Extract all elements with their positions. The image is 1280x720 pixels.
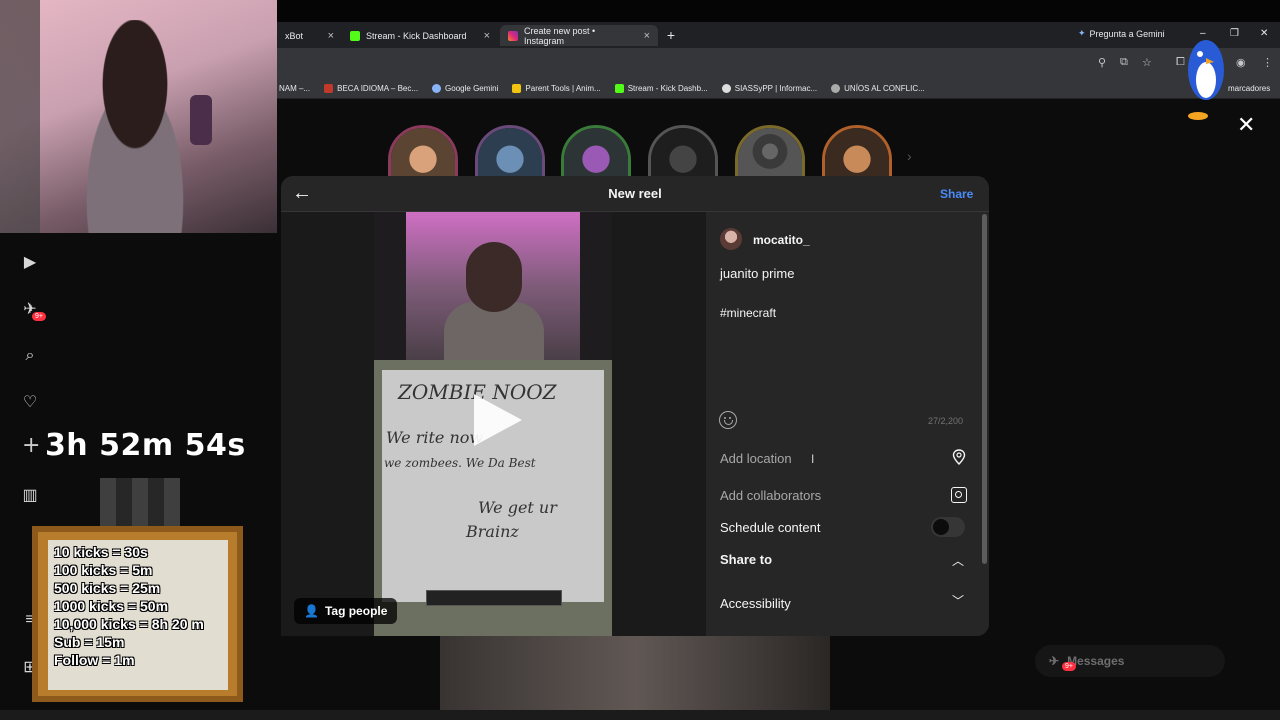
close-tab-icon[interactable]: × xyxy=(484,30,490,42)
pixel-decoration xyxy=(100,478,180,526)
caption-text[interactable]: juanito prime xyxy=(720,266,794,281)
add-collaborator-icon[interactable] xyxy=(951,487,967,503)
scrollbar[interactable] xyxy=(982,214,987,564)
penguin-mascot-icon xyxy=(1188,40,1224,120)
menu-icon[interactable]: ⋮ xyxy=(1262,56,1273,69)
tab-kick-dashboard[interactable]: Stream - Kick Dashboard × xyxy=(342,25,498,46)
schedule-content-label: Schedule content xyxy=(720,520,821,535)
cast-icon[interactable]: ⧉ xyxy=(1120,56,1128,69)
person-icon: 👤 xyxy=(304,604,319,618)
subathon-timer: + 3h 52m 54s xyxy=(22,428,246,463)
bookmark-item[interactable]: Stream - Kick Dashb... xyxy=(614,83,708,93)
share-button[interactable]: Share xyxy=(940,187,973,201)
tab-label: Create new post • Instagram xyxy=(524,25,596,46)
window-close-icon[interactable]: ✕ xyxy=(1260,28,1268,39)
story-avatar[interactable] xyxy=(822,125,892,183)
close-tab-icon[interactable]: × xyxy=(328,30,334,42)
search-icon[interactable]: ⌕ xyxy=(20,346,40,366)
plus-icon: + xyxy=(22,433,41,458)
bookmark-favicon-icon xyxy=(721,83,731,93)
accessibility-section[interactable]: Accessibility xyxy=(720,596,791,611)
add-collaborators-input[interactable]: Add collaborators xyxy=(720,488,821,503)
bookmark-favicon-icon xyxy=(324,83,334,93)
kick-rate-item: Follow = 1m xyxy=(54,652,135,668)
emoji-icon[interactable] xyxy=(719,411,737,429)
new-tab-button[interactable]: + xyxy=(663,27,679,43)
windows-taskbar xyxy=(0,710,1280,720)
tag-people-button[interactable]: 👤 Tag people xyxy=(294,598,398,624)
chevron-down-icon[interactable]: ﹀ xyxy=(952,592,964,609)
story-avatar[interactable] xyxy=(648,125,718,183)
bookmark-item[interactable]: Parent Tools | Anim... xyxy=(512,83,601,93)
modal-title: New reel xyxy=(608,186,662,201)
tab-instagram-create-post[interactable]: Create new post • Instagram × xyxy=(500,25,658,46)
messages-badge: 9+ xyxy=(1062,662,1076,671)
instagram-favicon-icon xyxy=(508,30,518,41)
tab-xbot[interactable]: xBot × xyxy=(277,25,342,46)
kick-rate-item: 10,000 kicks = 8h 20 m xyxy=(54,616,204,632)
back-arrow-icon[interactable]: ← xyxy=(292,182,312,205)
close-icon[interactable]: ✕ xyxy=(1237,112,1255,138)
location-pin-icon[interactable] xyxy=(952,449,966,465)
microphone-icon xyxy=(190,95,212,145)
timer-value: 3h 52m 54s xyxy=(44,428,246,463)
kick-rate-item: 10 kicks = 30s xyxy=(54,544,148,560)
bookmark-favicon-icon xyxy=(512,83,522,93)
kicks-rate-list: 10 kicks = 30s 100 kicks = 5m 500 kicks … xyxy=(54,543,204,669)
notification-badge: 9+ xyxy=(32,312,46,321)
story-avatar[interactable] xyxy=(475,125,545,183)
username: mocatito_ xyxy=(753,233,810,247)
bookmark-item[interactable]: SIASSyPP | Informac... xyxy=(721,83,817,93)
caption-hashtag[interactable]: #minecraft xyxy=(720,306,776,320)
bookmark-item[interactable]: BECA IDIOMA – Bec... xyxy=(324,83,418,93)
add-location-input[interactable]: Add location xyxy=(720,451,792,466)
zoom-icon[interactable]: ⚲ xyxy=(1098,56,1106,69)
tab-label: Stream - Kick Dashboard xyxy=(366,30,467,41)
close-tab-icon[interactable]: × xyxy=(644,30,650,42)
gemini-favicon-icon xyxy=(432,83,442,93)
text-cursor-icon: I xyxy=(811,452,815,466)
kick-rate-item: Sub = 15m xyxy=(54,634,125,650)
profile-icon[interactable]: ◉ xyxy=(1236,56,1246,69)
gemini-label: Pregunta a Gemini xyxy=(1089,28,1165,39)
bookmarks-bar: NAM –... BECA IDIOMA – Bec... Google Gem… xyxy=(277,78,1280,99)
bookmark-item[interactable]: Google Gemini xyxy=(432,83,498,93)
browser-toolbar xyxy=(277,48,1280,78)
messenger-icon: ✈ xyxy=(1049,654,1060,668)
kick-rate-item: 500 kicks = 25m xyxy=(54,580,161,596)
all-bookmarks-button[interactable]: marcadores xyxy=(1228,84,1270,93)
tab-label: xBot xyxy=(285,30,304,41)
story-avatar[interactable] xyxy=(735,125,805,183)
tag-people-label: Tag people xyxy=(324,604,388,618)
reels-icon[interactable]: ▶ xyxy=(20,253,40,273)
story-avatar[interactable] xyxy=(388,125,458,183)
play-icon[interactable] xyxy=(468,392,524,448)
gemini-sparkle-icon: ✦ xyxy=(1078,28,1086,38)
background-video-feed xyxy=(440,636,830,710)
messages-button[interactable]: ✈ Messages xyxy=(1035,645,1225,677)
kick-rate-item: 1000 kicks = 50m xyxy=(54,598,169,614)
kick-favicon-icon xyxy=(350,30,360,41)
share-to-section[interactable]: Share to xyxy=(720,552,772,567)
bookmark-star-icon[interactable]: ☆ xyxy=(1142,56,1152,69)
avatar xyxy=(720,228,742,250)
gemini-button[interactable]: ✦ Pregunta a Gemini xyxy=(1078,28,1165,39)
schedule-toggle[interactable] xyxy=(931,517,965,537)
story-avatar[interactable] xyxy=(561,125,631,183)
chevron-right-icon[interactable]: › xyxy=(907,148,912,164)
minecraft-hotbar xyxy=(426,590,562,606)
bookmark-item[interactable]: NAM –... xyxy=(279,84,310,93)
heart-icon[interactable]: ♡ xyxy=(20,393,40,413)
kick-rate-item: 100 kicks = 5m xyxy=(54,562,153,578)
character-count: 27/2,200 xyxy=(928,416,964,426)
webcam-feed xyxy=(0,0,277,233)
bookmark-item[interactable]: UNÍOS AL CONFLIC... xyxy=(831,83,925,93)
dashboard-icon[interactable]: ▥ xyxy=(20,486,40,506)
bookmark-favicon-icon xyxy=(831,83,841,93)
kick-favicon-icon xyxy=(614,83,624,93)
chevron-up-icon[interactable]: ︿ xyxy=(952,552,964,569)
